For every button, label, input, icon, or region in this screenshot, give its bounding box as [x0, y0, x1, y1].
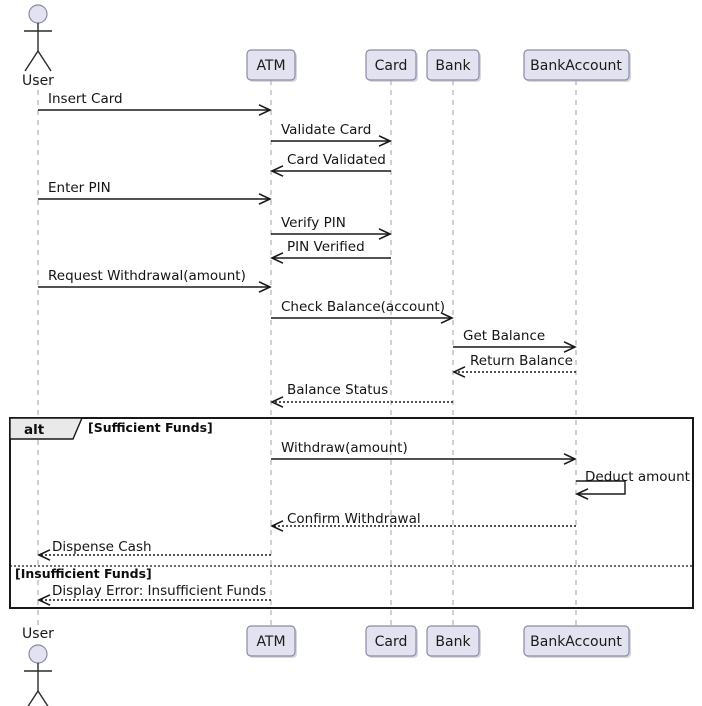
actor-head-icon	[28, 4, 48, 24]
fragment-guard-label-0: [Sufficient Funds]	[88, 420, 213, 435]
footer-actor-leg-left-user	[27, 690, 39, 706]
message-11-arrowhead	[270, 396, 284, 408]
message-15-arrowhead	[37, 549, 51, 561]
participant-label-bankaccount: BankAccount	[530, 58, 622, 74]
sequence-diagram-svg: User ATM Card Bank BankAccount alt [Sufficient…	[9, 4, 694, 706]
footer-participant-label-card: Card	[375, 634, 408, 650]
message-16-label: Display Error: Insufficient Funds	[52, 583, 266, 599]
footer-participant-label-bankaccount: BankAccount	[530, 634, 622, 650]
message-13-label: Deduct amount	[585, 469, 690, 485]
participant-label-atm: ATM	[256, 58, 285, 74]
message-5-label: Verify PIN	[281, 215, 346, 231]
footer-participant-label-atm: ATM	[256, 634, 285, 650]
message-12-label: Withdraw(amount)	[281, 440, 408, 456]
message-14-label: Confirm Withdrawal	[287, 511, 421, 527]
fragment-operator-label: alt	[24, 422, 45, 438]
message-15-label: Dispense Cash	[52, 539, 152, 555]
message-2-label: Validate Card	[281, 122, 371, 138]
message-7-label: Request Withdrawal(amount)	[48, 268, 246, 284]
actor-user	[24, 4, 52, 72]
participant-label-bank: Bank	[435, 58, 471, 74]
actor-label-user: User	[22, 73, 54, 89]
message-1-label: Insert Card	[48, 91, 123, 107]
participant-label-card: Card	[375, 58, 408, 74]
fragment-operator-tab	[9, 417, 84, 440]
message-6-label: PIN Verified	[287, 239, 365, 255]
actor-leg-left	[24, 50, 39, 72]
message-16-arrowhead	[37, 594, 51, 606]
message-8-label: Check Balance(account)	[281, 299, 445, 315]
footer-actor-label-user: User	[22, 626, 54, 642]
footer-actor-head-icon-user	[28, 644, 48, 664]
message-4-label: Enter PIN	[48, 180, 111, 196]
fragment-guard-label-1: [Insufficient Funds]	[15, 566, 152, 581]
actor-leg-right	[37, 50, 52, 72]
footer-actor-leg-right-user	[37, 690, 49, 706]
message-14-arrowhead	[270, 520, 284, 532]
message-3-label: Card Validated	[287, 152, 386, 168]
message-10-label: Return Balance	[470, 353, 573, 369]
footer-participant-label-bank: Bank	[435, 634, 471, 650]
sequence-diagram-canvas: User ATM Card Bank BankAccount alt [Sufficient…	[0, 0, 702, 706]
message-11-label: Balance Status	[287, 382, 388, 398]
message-9-label: Get Balance	[463, 328, 545, 344]
